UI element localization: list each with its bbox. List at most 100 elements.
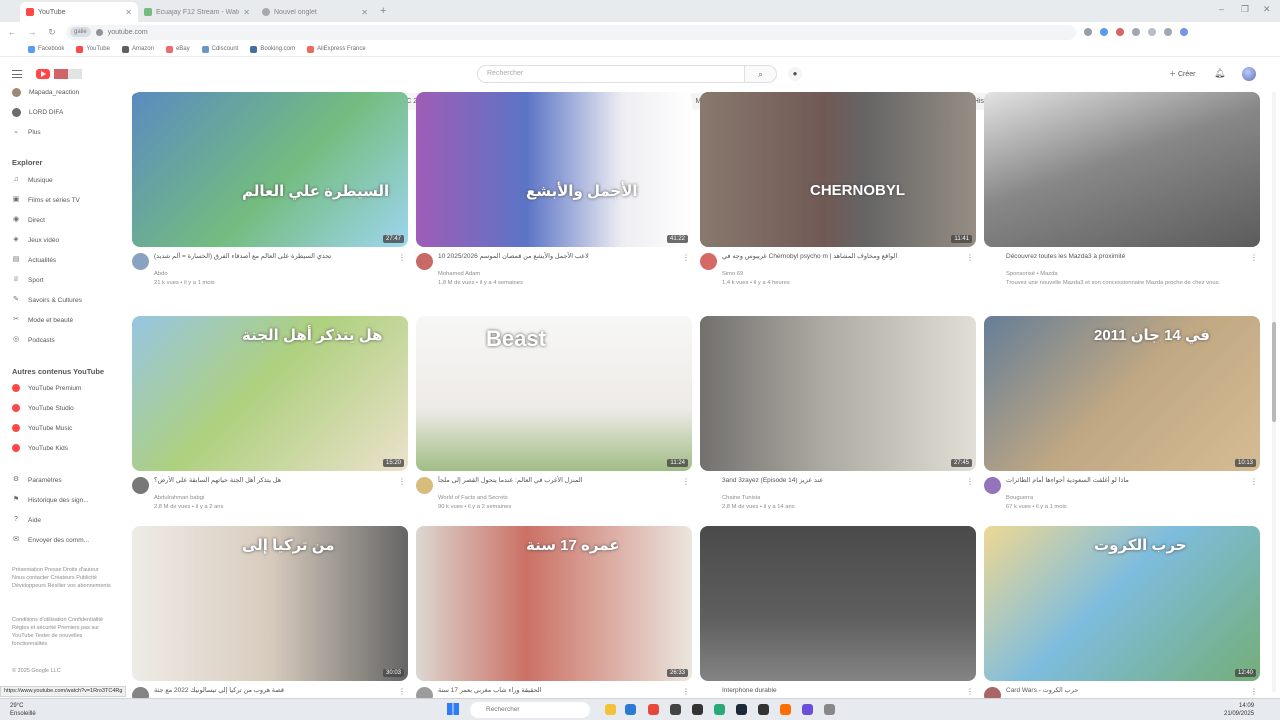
channel-name[interactable]: Mohamed Adam: [438, 270, 692, 279]
sidebar-more[interactable]: ⌄ Plus: [12, 128, 41, 136]
video-card[interactable]: حرب الكروت 12:40 Card Wars - حرب الكروت ⋮: [984, 526, 1260, 720]
account-avatar[interactable]: [1242, 67, 1256, 81]
sidebar-item-settings-2[interactable]: ? Aide: [12, 516, 41, 524]
sidebar-item-kids[interactable]: YouTube Kids: [12, 444, 68, 452]
sidebar-item-settings-3[interactable]: ✉ Envoyer des comm...: [12, 536, 89, 544]
video-title[interactable]: ماذا لو أغلقت السعودية أجواءها أمام الطا…: [1006, 476, 1260, 494]
video-thumbnail[interactable]: في 14 جان 2011 10:13: [984, 316, 1260, 471]
channel-avatar[interactable]: [132, 253, 149, 270]
microphone-icon[interactable]: ●: [788, 67, 802, 81]
omnibox[interactable]: galie youtube.com: [66, 24, 1076, 40]
reload-icon[interactable]: ↻: [46, 27, 58, 38]
channel-avatar[interactable]: [984, 477, 1001, 494]
steam-icon[interactable]: [736, 704, 747, 715]
sidebar-item-explore-0[interactable]: ♫ Musique: [12, 176, 52, 184]
video-card[interactable]: CHERNOBYL 11:41 غريبوس وجه في Chernobyl ps…: [700, 92, 976, 297]
more-options-icon[interactable]: ⋮: [1250, 253, 1258, 262]
create-button[interactable]: ＋ Créer: [1163, 67, 1201, 82]
video-card[interactable]: Interphone durable ⋮: [700, 526, 976, 720]
video-title[interactable]: 10 لاعب الأجمل والأبشع من قمصان الموسم 2…: [438, 252, 692, 270]
channel-avatar[interactable]: [700, 253, 717, 270]
sidebar-item-explore-3[interactable]: ◈ Jeux vidéo: [12, 236, 59, 244]
video-thumbnail[interactable]: CHERNOBYL 11:41: [700, 92, 976, 247]
window-close-button[interactable]: ✕: [1263, 4, 1271, 15]
video-card[interactable]: من تركيا إلى 30:03 قصة هروب من تركيا إلى ت…: [132, 526, 408, 720]
app-icon[interactable]: [692, 704, 703, 715]
video-thumbnail[interactable]: Beast 11:24: [416, 316, 692, 471]
tab-new[interactable]: Nouvel onglet ✕: [256, 2, 374, 22]
more-options-icon[interactable]: ⋮: [1250, 477, 1258, 486]
more-options-icon[interactable]: ⋮: [966, 477, 974, 486]
bookmark-booking[interactable]: Booking.com: [250, 45, 295, 53]
close-icon[interactable]: ✕: [361, 8, 368, 17]
video-thumbnail[interactable]: الأجمل والأبشع 41:22: [416, 92, 692, 247]
video-title[interactable]: هل يتذكر أهل الجنة حياتهم السابقة على ال…: [154, 476, 408, 494]
windows-start-icon[interactable]: [447, 703, 459, 715]
more-options-icon[interactable]: ⋮: [398, 687, 406, 696]
site-info-chip[interactable]: galie: [70, 27, 91, 37]
extension-icon[interactable]: [1132, 28, 1140, 36]
close-icon[interactable]: ✕: [125, 8, 132, 17]
channel-name[interactable]: Abdo: [154, 270, 408, 279]
more-options-icon[interactable]: ⋮: [682, 253, 690, 262]
footer-legal-links[interactable]: Conditions d'utilisation Confidentialité…: [12, 616, 112, 648]
sidebar-item-explore-7[interactable]: ✂ Mode et beauté: [12, 316, 73, 324]
video-title[interactable]: تحدي السيطرة على العالم مع أصدقاء الفرق …: [154, 252, 408, 270]
video-thumbnail[interactable]: هل يتذكر أهل الجنة 15:20: [132, 316, 408, 471]
channel-name[interactable]: Abdulrahman babgi: [154, 494, 408, 503]
notifications-bell-icon[interactable]: 🔔︎: [1214, 68, 1225, 79]
taskbar-search[interactable]: Rechercher: [470, 702, 590, 718]
scrollbar[interactable]: [1272, 92, 1276, 692]
channel-avatar[interactable]: [416, 477, 433, 494]
bookmark-cdiscount[interactable]: Cdiscount: [201, 45, 238, 53]
sidebar-item-explore-1[interactable]: ▣ Films et séries TV: [12, 196, 80, 204]
new-tab-button[interactable]: +: [374, 5, 392, 17]
more-options-icon[interactable]: ⋮: [398, 477, 406, 486]
app-icon[interactable]: [670, 704, 681, 715]
video-thumbnail[interactable]: 27:45: [700, 316, 976, 471]
channel-name[interactable]: World of Facts and Secrets: [438, 494, 692, 503]
sidebar-sub-mapada[interactable]: Mapada_reaction: [12, 88, 79, 97]
minimize-button[interactable]: –: [1219, 4, 1224, 14]
video-thumbnail[interactable]: من تركيا إلى 30:03: [132, 526, 408, 681]
sidebar-item-explore-5[interactable]: ♕ Sport: [12, 276, 44, 284]
footer-links[interactable]: Présentation Presse Droits d'auteur Nous…: [12, 566, 112, 590]
sidebar-item-music[interactable]: YouTube Music: [12, 424, 72, 432]
site-settings-icon[interactable]: [95, 28, 103, 36]
video-thumbnail[interactable]: [984, 92, 1260, 247]
more-options-icon[interactable]: ⋮: [1250, 687, 1258, 696]
system-clock[interactable]: 14:09 21/09/2025: [1224, 702, 1254, 718]
sidebar-item-explore-6[interactable]: ✎ Savoirs & Cultures: [12, 296, 82, 304]
app-icon[interactable]: [780, 704, 791, 715]
sidebar-item-explore-4[interactable]: ▤ Actualités: [12, 256, 57, 264]
video-thumbnail[interactable]: حرب الكروت 12:40: [984, 526, 1260, 681]
more-options-icon[interactable]: ⋮: [966, 687, 974, 696]
bookmark-youtube[interactable]: YouTube: [76, 45, 110, 53]
video-title[interactable]: غريبوس وجه في Chernobyl psycho m | الواق…: [722, 252, 976, 270]
video-card[interactable]: الأجمل والأبشع 41:22 10 لاعب الأجمل والأبش…: [416, 92, 692, 297]
video-title[interactable]: Découvrez toutes les Mazda3 à proximité: [1006, 252, 1260, 270]
video-card[interactable]: Beast 11:24 المنزل الأغرب في العالم: عندما…: [416, 316, 692, 521]
channel-avatar[interactable]: [416, 253, 433, 270]
search-input[interactable]: Rechercher: [477, 65, 745, 83]
sidebar-item-settings-1[interactable]: ⚑ Historique des sign...: [12, 496, 89, 504]
more-options-icon[interactable]: ⋮: [682, 477, 690, 486]
settings-icon[interactable]: [824, 704, 835, 715]
extension-icon[interactable]: [1148, 28, 1156, 36]
bookmark-star-icon[interactable]: [1100, 28, 1108, 36]
youtube-logo-icon[interactable]: [36, 69, 50, 79]
tab-youtube[interactable]: YouTube ✕: [20, 2, 138, 22]
search-button[interactable]: ⌕: [745, 65, 777, 83]
sidebar-item-explore-2[interactable]: ◉ Direct: [12, 216, 45, 224]
bookmark-amazon[interactable]: Amazon: [121, 45, 154, 53]
video-thumbnail[interactable]: [700, 526, 976, 681]
maximize-button[interactable]: ❐: [1241, 4, 1249, 15]
channel-name[interactable]: Bouguerra: [1006, 494, 1260, 503]
bookmark-facebook[interactable]: Facebook: [28, 45, 64, 53]
tab-stream[interactable]: Ecuajay F12 Stream - Watch Live ✕: [138, 2, 256, 22]
video-card[interactable]: في 14 جان 2011 10:13 ماذا لو أغلقت السعودي…: [984, 316, 1260, 521]
discord-icon[interactable]: [802, 704, 813, 715]
video-card[interactable]: هل يتذكر أهل الجنة 15:20 هل يتذكر أهل الجن…: [132, 316, 408, 521]
channel-name[interactable]: Chaine Tunisia: [722, 494, 976, 503]
sidebar-sub-lord-difa[interactable]: LORD DIFA: [12, 108, 63, 117]
